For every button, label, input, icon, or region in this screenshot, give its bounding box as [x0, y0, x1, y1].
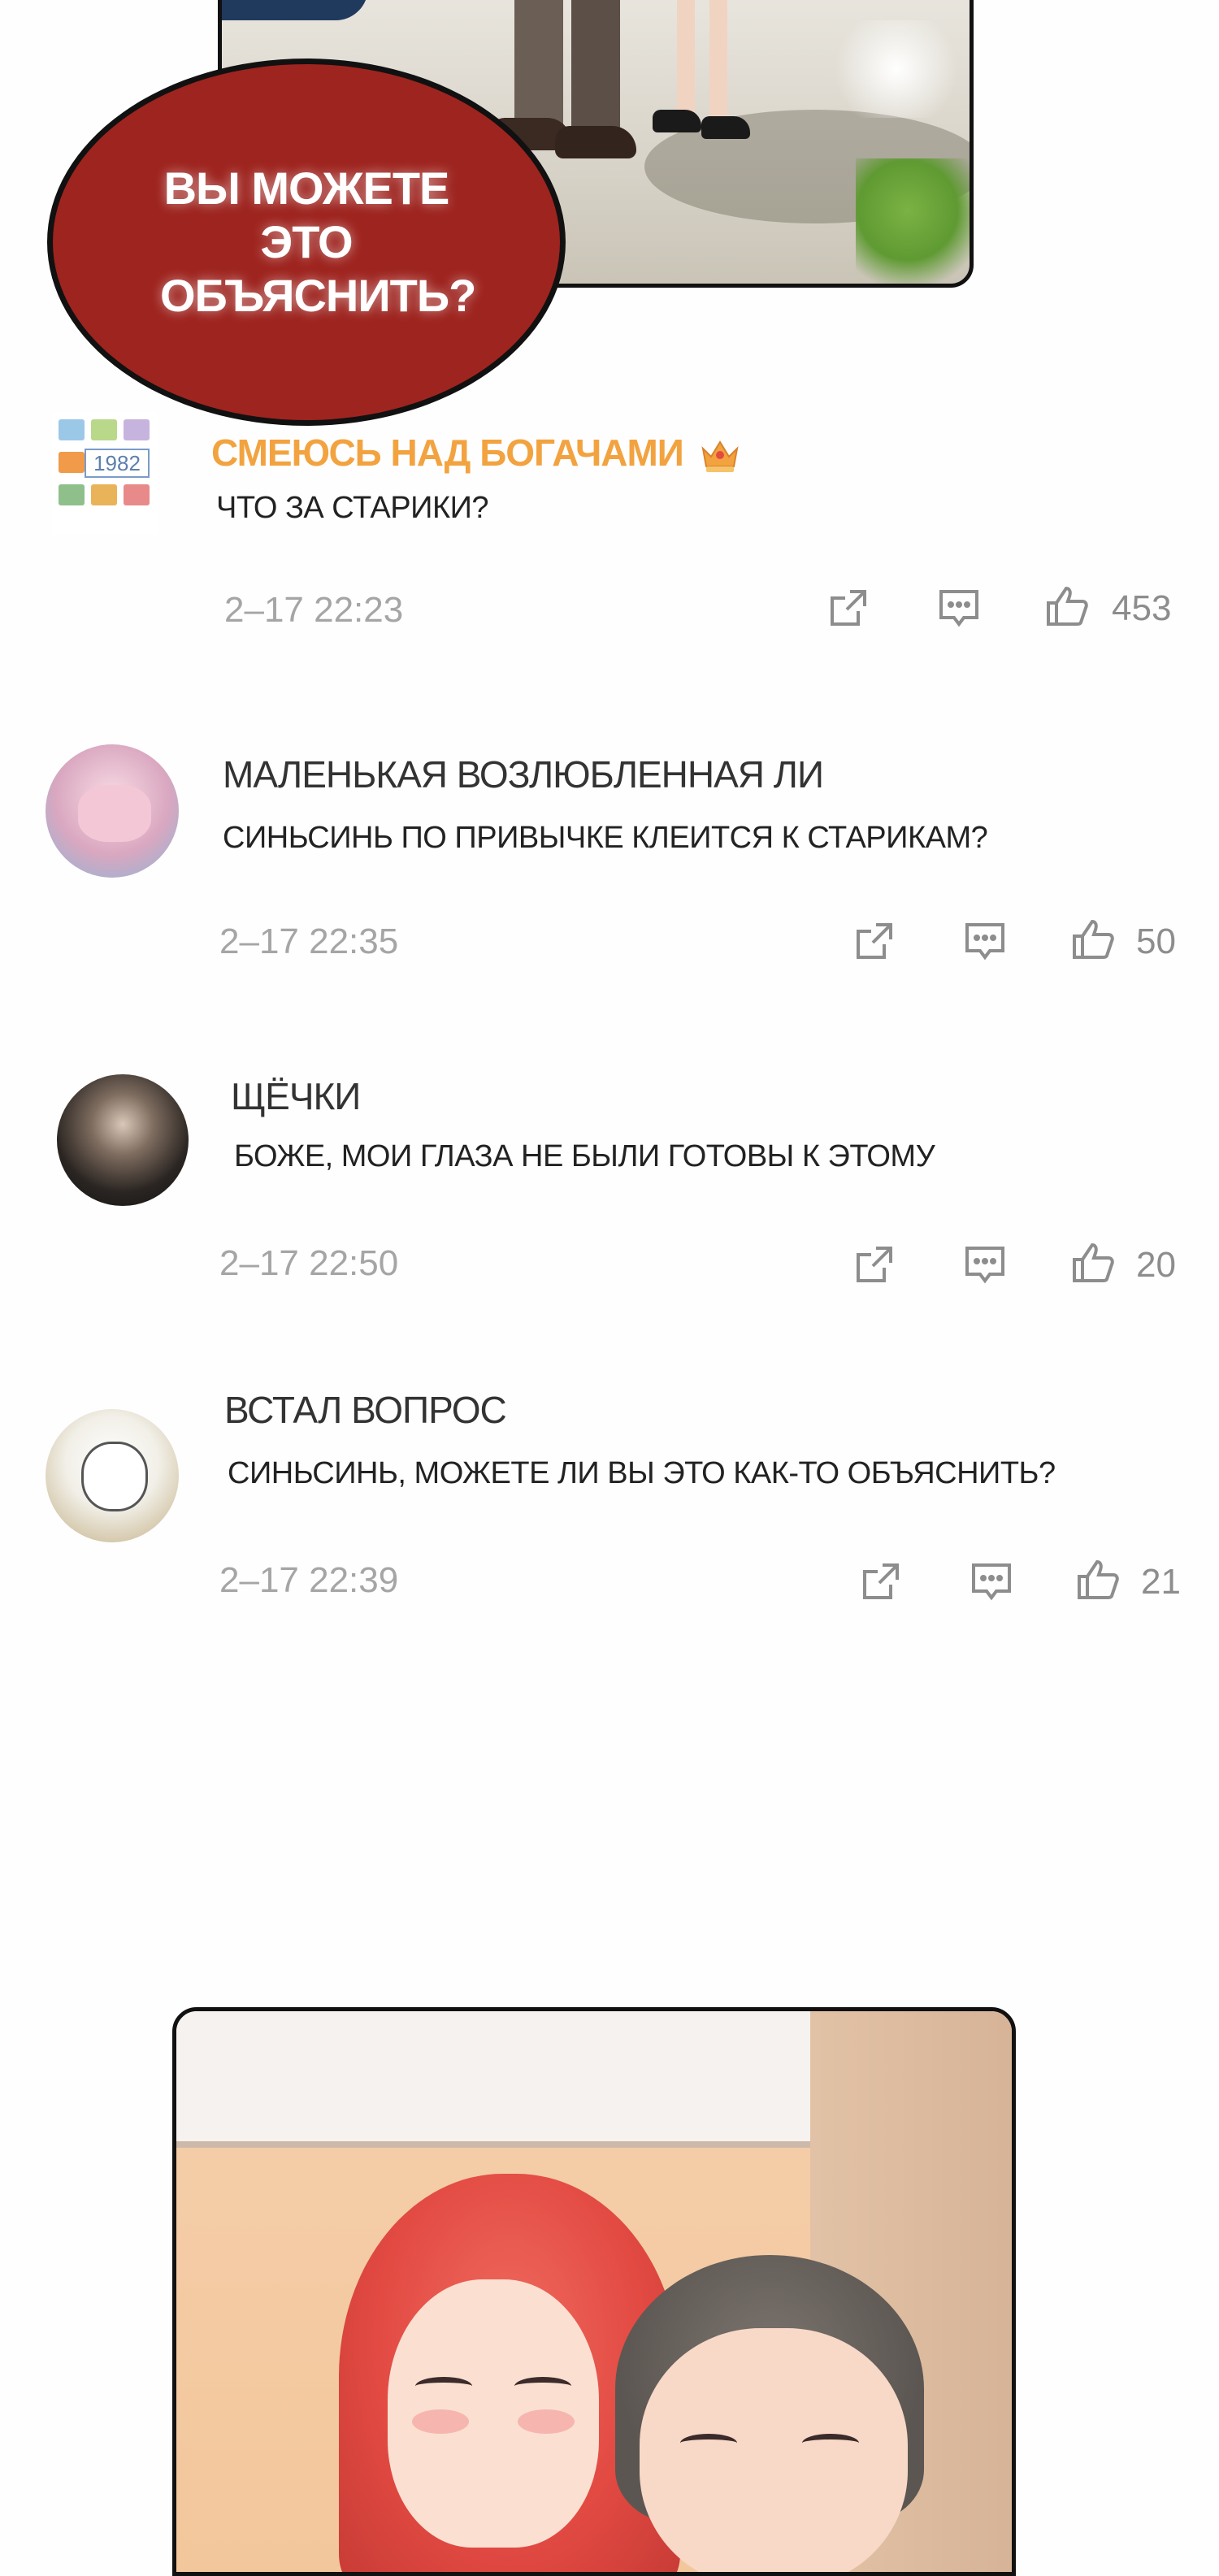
- comment-text: БОЖЕ, МОИ ГЛАЗА НЕ БЫЛИ ГОТОВЫ К ЭТОМУ: [234, 1139, 935, 1173]
- speech-line-2: ОБЪЯСНИТЬ?: [160, 270, 476, 321]
- like-count: 20: [1136, 1245, 1176, 1285]
- thumbs-up-icon[interactable]: [1074, 1557, 1120, 1602]
- comment-icon[interactable]: [962, 1242, 1008, 1287]
- avatar-tile: [59, 452, 85, 473]
- comment-icon[interactable]: [969, 1559, 1014, 1604]
- comment-time: 2–17 22:50: [219, 1243, 399, 1283]
- comic-heel: [653, 110, 701, 132]
- comment-icon[interactable]: [936, 585, 982, 631]
- avatar-tile: [59, 419, 85, 440]
- comment-username[interactable]: ВСТАЛ ВОПРОС: [224, 1388, 507, 1432]
- share-icon[interactable]: [852, 918, 897, 964]
- like-count: 50: [1136, 922, 1176, 961]
- comic-man-face: [640, 2328, 908, 2572]
- comment-time: 2–17 22:35: [219, 922, 399, 961]
- avatar[interactable]: [46, 1409, 179, 1542]
- comic-blush: [412, 2409, 469, 2434]
- avatar-tile: [91, 419, 117, 440]
- comment-text: СИНЬСИНЬ, МОЖЕТЕ ЛИ ВЫ ЭТО КАК-ТО ОБЪЯСН…: [228, 1456, 1056, 1490]
- comment-username[interactable]: ЩЁЧКИ: [231, 1074, 361, 1118]
- comic-eye: [680, 2434, 737, 2452]
- comic-leg: [709, 0, 727, 130]
- avatar[interactable]: [57, 1074, 189, 1206]
- avatar-tile: [91, 484, 117, 505]
- comic-figure-clothing: [222, 0, 368, 20]
- speech-bubble-text: ВЫ МОЖЕТЕ ЭТО ОБЪЯСНИТЬ?: [160, 162, 476, 323]
- thumbs-up-icon[interactable]: [1043, 583, 1089, 629]
- avatar-year: 1982: [85, 449, 150, 478]
- comic-heel: [701, 116, 750, 139]
- thumbs-up-icon[interactable]: [1069, 917, 1115, 962]
- comic-panel-bottom: [172, 2007, 1016, 2576]
- speech-bubble: ВЫ МОЖЕТЕ ЭТО ОБЪЯСНИТЬ?: [47, 59, 566, 426]
- thumbs-up-icon[interactable]: [1069, 1240, 1115, 1286]
- comment-time: 2–17 22:23: [224, 590, 404, 630]
- comment-icon[interactable]: [962, 918, 1008, 964]
- share-icon[interactable]: [852, 1242, 897, 1287]
- comment-username[interactable]: МАЛЕНЬКАЯ ВОЗЛЮБЛЕННАЯ ЛИ: [223, 752, 824, 796]
- speech-line-1: ВЫ МОЖЕТЕ ЭТО: [163, 163, 450, 267]
- avatar[interactable]: [46, 744, 179, 878]
- comic-eye: [802, 2434, 859, 2452]
- avatar-figure: [78, 785, 151, 842]
- comic-shoe: [555, 126, 636, 158]
- comment-username[interactable]: СМЕЮСЬ НАД БОГАЧАМИ: [211, 431, 740, 475]
- avatar-bear: [81, 1442, 148, 1511]
- comment-text: СИНЬСИНЬ ПО ПРИВЫЧКЕ КЛЕИТСЯ К СТАРИКАМ?: [223, 821, 988, 855]
- crown-icon: [700, 437, 740, 475]
- comic-light: [823, 20, 970, 118]
- comic-plant: [856, 158, 970, 284]
- like-count: 21: [1141, 1562, 1181, 1602]
- comic-leg: [677, 0, 695, 126]
- share-icon[interactable]: [858, 1559, 904, 1604]
- comic-eye: [514, 2377, 571, 2396]
- username-text: СМЕЮСЬ НАД БОГАЧАМИ: [211, 432, 684, 474]
- comment-time: 2–17 22:39: [219, 1560, 399, 1600]
- comic-blush: [518, 2409, 575, 2434]
- share-icon[interactable]: [826, 585, 871, 631]
- avatar-tile: [124, 419, 150, 440]
- avatar[interactable]: 1982: [52, 413, 158, 535]
- comic-wall: [176, 2011, 810, 2148]
- comic-eye: [415, 2377, 472, 2396]
- avatar-tile: [124, 484, 150, 505]
- like-count: 453: [1112, 588, 1172, 628]
- comment-text: ЧТО ЗА СТАРИКИ?: [216, 491, 489, 525]
- avatar-tile: [59, 484, 85, 505]
- comic-girl-face: [388, 2279, 599, 2548]
